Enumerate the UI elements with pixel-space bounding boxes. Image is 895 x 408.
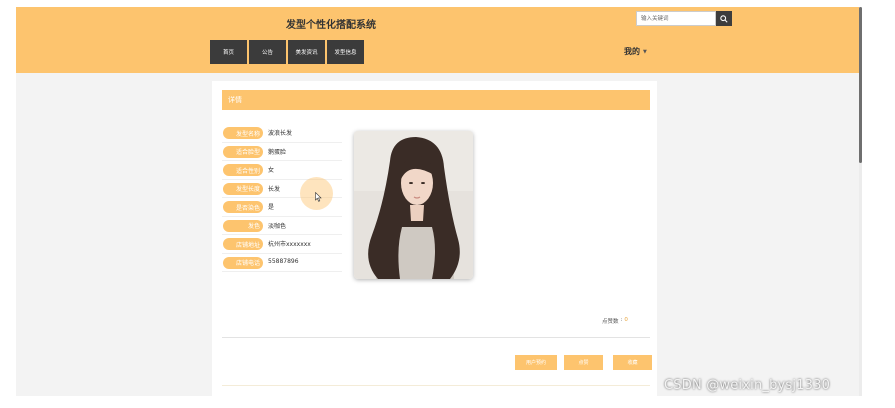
favorite-button[interactable]: 收藏 [613, 355, 652, 370]
field-label: 是否染色 [223, 201, 263, 213]
field-row-hairstyle-name: 发型名称 波浪长发 [222, 124, 342, 143]
field-label: 适合性别 [223, 164, 263, 176]
user-menu-label: 我的 [624, 47, 640, 56]
field-row-gender: 适合性别 女 [222, 161, 342, 180]
field-label: 发型名称 [223, 127, 263, 139]
likes-count: 0 [624, 317, 628, 323]
field-label: 店铺电话 [223, 256, 263, 269]
nav-item-hairstyle-info[interactable]: 发型信息 [327, 40, 364, 64]
field-label: 发色 [223, 219, 263, 232]
search-icon [720, 14, 728, 23]
nav-item-home[interactable]: 首页 [210, 40, 247, 64]
field-row-store-address: 店铺地址 杭州市xxxxxxx [222, 235, 342, 254]
nav-item-beauty-news[interactable]: 美发资讯 [288, 40, 325, 64]
likes-separator: : [620, 317, 623, 323]
detail-panel: 详情 发型名称 波浪长发 适合脸型 鹅蛋脸 适合性别 女 发型长度 长发 是否染… [212, 81, 657, 396]
user-menu[interactable]: 我的 ▼ [624, 46, 647, 57]
chevron-down-icon: ▼ [643, 48, 647, 55]
field-value: 波浪长发 [268, 130, 293, 137]
main-nav: 首页 公告 美发资讯 发型信息 [210, 40, 364, 64]
section-header: 详情 [222, 90, 650, 110]
watermark: CSDN @weixin_bysj1330 [664, 378, 831, 393]
book-appointment-button[interactable]: 用户预约 [515, 355, 557, 370]
vertical-scrollbar[interactable] [859, 7, 862, 396]
header: 发型个性化搭配系统 首页 公告 美发资讯 发型信息 我的 ▼ [16, 7, 859, 73]
hairstyle-image [354, 131, 473, 279]
hairstyle-photo [354, 131, 473, 279]
search-button[interactable] [716, 11, 732, 26]
divider [222, 385, 650, 386]
field-row-hair-color: 发色 淡咖色 [222, 217, 342, 235]
search-input[interactable] [636, 11, 716, 26]
mouse-pointer-icon [315, 192, 322, 202]
field-value: 鹅蛋脸 [268, 148, 287, 156]
field-label: 适合脸型 [223, 145, 263, 158]
field-label: 店铺地址 [223, 238, 263, 250]
scrollbar-thumb[interactable] [859, 7, 862, 163]
page: 发型个性化搭配系统 首页 公告 美发资讯 发型信息 我的 ▼ 详情 发型名称 波… [16, 7, 859, 396]
field-value: 是 [268, 204, 275, 211]
field-row-store-phone: 店铺电话 55887896 [222, 254, 342, 272]
field-value: 长发 [268, 185, 281, 193]
field-value: 杭州市xxxxxxx [268, 241, 311, 248]
field-value: 女 [268, 167, 275, 174]
section-title: 详情 [228, 96, 242, 104]
nav-item-notices[interactable]: 公告 [249, 40, 286, 64]
divider [222, 337, 650, 338]
field-label: 发型长度 [223, 182, 263, 195]
field-value: 淡咖色 [268, 222, 287, 230]
likes-counter: 点赞数 : 0 [602, 317, 628, 325]
site-title: 发型个性化搭配系统 [286, 20, 376, 31]
likes-label: 点赞数 [602, 319, 619, 325]
field-value: 55887896 [268, 257, 299, 265]
like-button[interactable]: 点赞 [564, 355, 603, 370]
field-row-face-shape: 适合脸型 鹅蛋脸 [222, 143, 342, 161]
